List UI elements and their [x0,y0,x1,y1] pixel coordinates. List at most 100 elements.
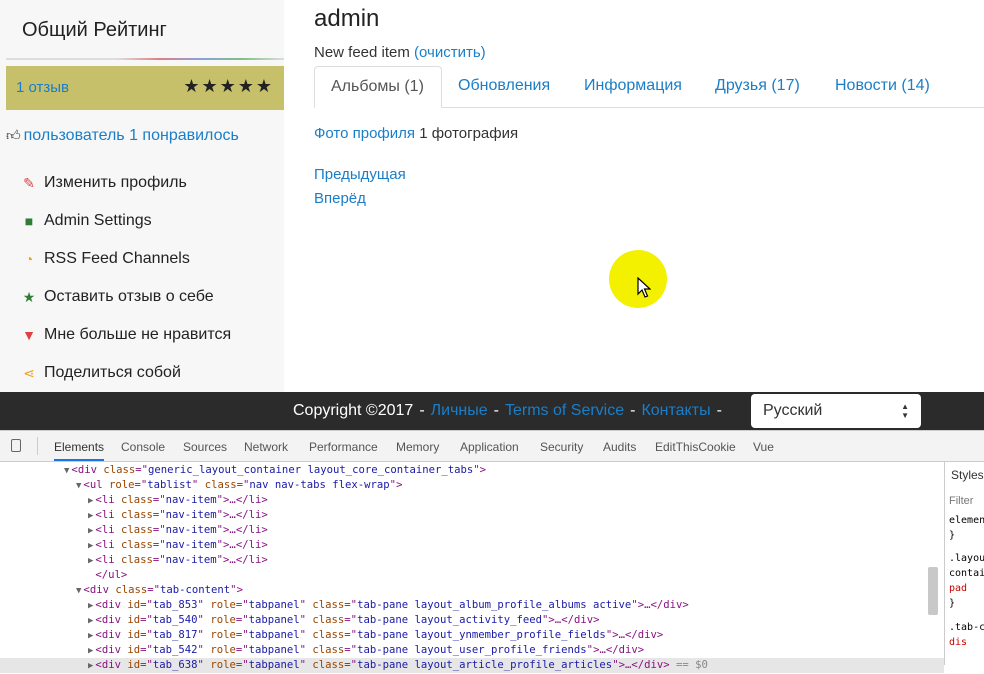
devtools-tab[interactable]: Network [244,431,288,461]
style-rule-line: element [949,515,984,526]
devtools-tab[interactable]: Application [460,431,519,461]
site-footer: Copyright ©2017- Личные - Terms of Service -… [0,392,984,430]
dom-attr-name: class [120,539,153,551]
photo-count: 1 фотография [419,125,519,142]
devtools-tab[interactable]: EditThisCookie [655,431,736,461]
styles-filter-input[interactable]: Filter [949,495,973,507]
dom-tree-scrollbar[interactable] [928,567,938,615]
sidebar-menu-item[interactable]: ■ Admin Settings [18,202,231,240]
dom-tag-close: </div> [605,644,645,656]
sidebar-menu-item[interactable]: ★ Оставить отзыв о себе [18,278,231,316]
edit-icon: ✎ [23,174,35,191]
dom-node[interactable]: </ul> [0,568,944,583]
devtools-tab[interactable]: Sources [183,431,227,461]
footer-link-terms[interactable]: Terms of Service [505,402,624,419]
star-icon: ★ [22,288,36,305]
dom-attr-value: tabpanel [248,629,300,641]
thumbs-down-icon: ▼ [22,327,36,343]
language-select[interactable]: Русский ▲ ▼ [751,394,921,428]
devtools-tab[interactable]: Elements [54,431,105,461]
expand-toggle-icon[interactable]: ▶ [88,496,93,506]
profile-tab[interactable]: Новости (14) [819,66,950,106]
sidebar-menu-item[interactable]: ▼ Мне больше не нравится [18,316,231,354]
devtools-tab[interactable]: Vue [753,431,774,461]
expand-toggle-icon[interactable]: ▶ [88,661,93,671]
dom-tag-name: div [101,629,121,641]
dom-tag-name: li [101,554,115,566]
dom-attr-value: tab-pane layout_article_profile_articles [357,659,613,671]
feed-status: New feed item (очистить) [314,44,486,61]
style-rule-line: } [949,530,956,541]
profile-tab[interactable]: Информация [568,66,699,106]
profile-tab[interactable]: Друзья (17) [699,66,819,106]
sidebar-menu-item[interactable]: ⋖ Поделиться собой [18,354,231,392]
footer-link-private[interactable]: Личные [431,402,488,419]
review-count-link[interactable]: 1 отзыв [16,79,69,96]
expand-toggle-icon[interactable]: ▶ [88,511,93,521]
sidebar-menu-item[interactable]: ✎ Изменить профиль [18,164,231,202]
profile-tab[interactable]: Альбомы (1) [314,66,442,108]
dom-attr-value: tab_853 [152,599,198,611]
dom-tag-close: </div> [561,614,600,626]
dom-attr-value: tabpanel [248,599,300,611]
profile-tab[interactable]: Обновления [442,66,568,106]
dom-attr-value: tabpanel [248,614,300,626]
profile-photos-link[interactable]: Фото профиля [314,125,415,142]
devtools-tab[interactable]: Console [121,431,165,461]
dom-attr-value: tab-pane layout_album_profile_albums act… [357,599,632,611]
dom-attr-value: tablist [147,479,192,491]
sidebar-menu-label: Мне больше не нравится [44,326,232,343]
sidebar-menu-item[interactable]: ◔ RSS Feed Channels [18,240,231,278]
dom-node[interactable]: ▼ <div class="generic_layout_container la… [0,463,944,478]
next-page-link[interactable]: Вперёд [314,190,366,207]
dom-node[interactable]: ▶ <div id="tab_542" role="tabpanel" class… [0,643,944,658]
devtools-tab[interactable]: Memory [396,431,439,461]
dom-attr-name: class [312,599,345,611]
dom-node[interactable]: ▶ <div id="tab_540" role="tabpanel" class… [0,613,944,628]
expand-toggle-icon[interactable]: ▶ [88,556,93,566]
footer-link-contacts[interactable]: Контакты [641,402,710,419]
expand-toggle-icon[interactable] [88,571,93,581]
expand-toggle-icon[interactable]: ▼ [64,466,69,476]
expand-toggle-icon[interactable]: ▶ [88,601,93,611]
dom-tree: ▼ <div class="generic_layout_container la… [0,462,944,673]
dom-attr-name: class [312,614,345,626]
devtools-tab[interactable]: Performance [309,431,378,461]
dom-node[interactable]: ▶ <li class="nav-item">…</li> [0,523,944,538]
sidebar-menu-label: Admin Settings [44,212,152,229]
expand-toggle-icon[interactable]: ▶ [88,541,93,551]
expand-toggle-icon[interactable]: ▶ [88,631,93,641]
dom-node[interactable]: ▶ <li class="nav-item">…</li> [0,508,944,523]
dom-node[interactable]: ▶ <div id="tab_853" role="tabpanel" class… [0,598,944,613]
dom-attr-name: class [120,509,153,521]
devtools-tab[interactable]: Audits [603,431,636,461]
expand-toggle-icon[interactable]: ▶ [88,646,93,656]
dom-node[interactable]: ▶ <li class="nav-item">…</li> [0,553,944,568]
dom-attr-value: generic_layout_container layout_core_con… [148,464,474,476]
dom-node[interactable]: ▼ <div class="tab-content"> [0,583,944,598]
dom-node[interactable]: ▶ <li class="nav-item">…</li> [0,493,944,508]
feed-clear-link[interactable]: (очистить) [414,44,486,61]
dom-node[interactable]: ▶ <div id="tab_817" role="tabpanel" class… [0,628,944,643]
thumbs-up-icon: 👍︎ [6,127,21,143]
devtools-tab[interactable]: Security [540,431,583,461]
device-toolbar-icon[interactable] [11,439,21,452]
dom-node[interactable]: ▶ <li class="nav-item">…</li> [0,538,944,553]
prev-page-link[interactable]: Предыдущая [314,166,406,183]
dom-tag-name: div [101,599,121,611]
dom-node[interactable]: ▶ <div id="tab_638" role="tabpanel" class… [0,658,944,673]
dom-attr-value: nav-item [165,539,217,551]
dom-tag-close: </div> [631,659,670,671]
dom-tag-name: ul [89,479,103,491]
select-arrows-icon: ▲ ▼ [901,402,909,420]
styles-tab[interactable]: Styles [951,468,984,482]
dom-node[interactable]: ▼ <ul role="tablist" class="nav nav-tabs … [0,478,944,493]
expand-toggle-icon[interactable]: ▼ [76,586,81,596]
dom-attr-name: class [312,644,345,656]
album-entry: Фото профиля 1 фотография [314,125,518,142]
expand-toggle-icon[interactable]: ▼ [76,481,81,491]
likes-link[interactable]: пользователь 1 понравилось [24,127,239,144]
expand-toggle-icon[interactable]: ▶ [88,616,93,626]
expand-toggle-icon[interactable]: ▶ [88,526,93,536]
dom-tag-name: div [89,584,109,596]
